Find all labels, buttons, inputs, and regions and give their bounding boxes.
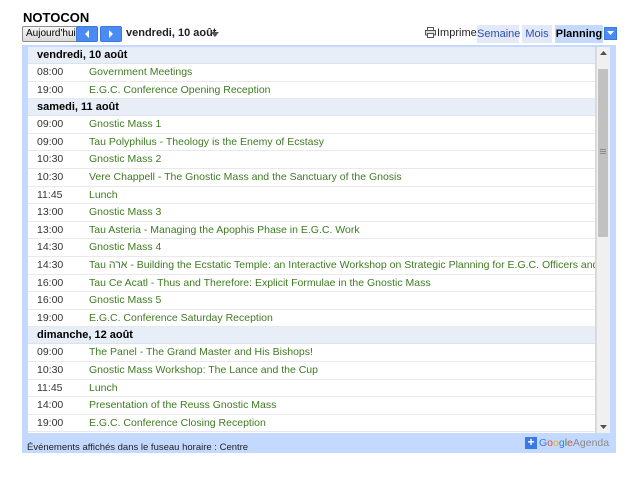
day-header: vendredi, 10 août	[28, 47, 595, 64]
event-row[interactable]: 09:00 The Panel - The Grand Master and Hi…	[28, 344, 595, 362]
timezone-note: Événements affichés dans le fuseau horai…	[27, 442, 249, 453]
event-row[interactable]: 10:30 Gnostic Mass Workshop: The Lance an…	[28, 362, 595, 380]
event-time: 10:30	[37, 363, 64, 376]
event-title[interactable]: Lunch	[89, 187, 118, 204]
event-row[interactable]: 10:30 Gnostic Mass 2	[28, 151, 595, 169]
event-row[interactable]: 14:30 Gnostic Mass 4	[28, 239, 595, 257]
event-title[interactable]: Tau Asteria - Managing the Apophis Phase…	[89, 222, 360, 239]
event-time: 19:00	[37, 311, 64, 324]
event-title[interactable]: Government Meetings	[89, 64, 192, 81]
event-time: 11:45	[37, 188, 63, 201]
event-time: 13:00	[37, 206, 64, 219]
scrollbar[interactable]	[596, 47, 610, 433]
print-button[interactable]: Imprimer	[425, 26, 480, 42]
event-row[interactable]: 13:00 Tau Asteria - Managing the Apophis …	[28, 222, 595, 240]
event-title[interactable]: Gnostic Mass 4	[89, 239, 161, 256]
logo-letter: G	[539, 437, 548, 450]
event-row[interactable]: 14:30 Tau ארה - Building the Ecstatic Tem…	[28, 257, 595, 275]
event-time: 10:30	[37, 170, 64, 183]
event-time: 09:00	[37, 135, 64, 148]
event-row[interactable]: 09:00 Gnostic Mass 1	[28, 116, 595, 134]
event-row[interactable]: 19:00 E.G.C. Conference Closing Reception	[28, 415, 595, 433]
day-header: samedi, 11 août	[28, 99, 595, 117]
event-time: 09:00	[37, 118, 64, 131]
event-title[interactable]: E.G.C. Conference Saturday Reception	[89, 310, 273, 327]
event-time: 16:00	[37, 294, 64, 307]
scrollbar-thumb[interactable]	[598, 69, 608, 237]
chevron-down-icon[interactable]	[211, 32, 219, 37]
event-row[interactable]: 19:00 E.G.C. Conference Opening Reception	[28, 82, 595, 100]
event-row[interactable]: 19:00 E.G.C. Conference Saturday Receptio…	[28, 310, 595, 328]
event-time: 08:00	[37, 66, 64, 78]
event-time: 14:30	[37, 241, 64, 254]
chevron-right-icon	[109, 30, 113, 38]
printer-icon	[425, 27, 436, 38]
previous-button[interactable]	[76, 26, 98, 42]
scroll-up-icon[interactable]	[600, 51, 607, 55]
tab-week[interactable]: Semaine	[477, 25, 520, 43]
event-title[interactable]: Tau Ce Acatl - Thus and Therefore: Expli…	[89, 275, 431, 292]
event-row[interactable]: 11:45 Lunch	[28, 380, 595, 398]
event-title[interactable]: Gnostic Mass 2	[89, 151, 161, 168]
event-row[interactable]: 16:00 Tau Ce Acatl - Thus and Therefore: …	[28, 275, 595, 293]
event-time: 13:00	[37, 223, 64, 236]
event-title[interactable]: Lunch	[89, 380, 118, 397]
event-title[interactable]: Gnostic Mass Workshop: The Lance and the…	[89, 362, 318, 379]
event-row[interactable]: 08:00 Government Meetings	[28, 64, 595, 82]
event-title[interactable]: E.G.C. Conference Closing Reception	[89, 415, 266, 432]
plus-icon: +	[525, 436, 537, 450]
chevron-left-icon	[85, 30, 89, 38]
event-row[interactable]: 13:00 Gnostic Mass 3	[28, 204, 595, 222]
calendar-title: NOTOCON	[23, 10, 90, 25]
grip-icon	[600, 149, 606, 154]
event-title[interactable]: Tau Polyphilus - Theology is the Enemy o…	[89, 134, 324, 151]
event-time: 11:45	[37, 381, 63, 394]
event-time: 19:00	[37, 83, 64, 96]
toolbar: Aujourd'hui vendredi, 10 août Imprimer S…	[22, 25, 617, 43]
event-title[interactable]: Vere Chappell - The Gnostic Mass and the…	[89, 169, 402, 186]
google-agenda-logo[interactable]: + GoogleAgenda	[525, 436, 610, 451]
print-label: Imprimer	[437, 27, 481, 39]
agenda-list[interactable]: vendredi, 10 août 08:00 Government Meeting…	[28, 47, 595, 433]
event-row[interactable]: 14:00 Presentation of the Reuss Gnostic M…	[28, 397, 595, 415]
event-title[interactable]: Gnostic Mass 5	[89, 292, 161, 309]
chevron-down-icon	[607, 31, 614, 35]
footer: Événements affichés dans le fuseau horai…	[22, 435, 616, 453]
event-time: 14:00	[37, 399, 64, 412]
event-time: 14:30	[37, 258, 64, 271]
event-title[interactable]: Gnostic Mass 1	[89, 116, 161, 133]
event-title[interactable]: Presentation of the Reuss Gnostic Mass	[89, 397, 276, 414]
scroll-down-icon[interactable]	[600, 425, 607, 429]
event-row[interactable]: 10:30 Vere Chappell - The Gnostic Mass an…	[28, 169, 595, 187]
agenda-view: vendredi, 10 août 08:00 Government Meeting…	[22, 45, 616, 435]
tab-month[interactable]: Mois	[522, 25, 552, 43]
event-title[interactable]: Gnostic Mass 3	[89, 204, 161, 221]
today-button[interactable]: Aujourd'hui	[22, 26, 80, 42]
event-title[interactable]: The Panel - The Grand Master and His Bis…	[89, 344, 313, 361]
event-row[interactable]: 11:45 Lunch	[28, 187, 595, 205]
event-row[interactable]: 16:00 Gnostic Mass 5	[28, 292, 595, 310]
day-header: dimanche, 12 août	[28, 327, 595, 345]
event-title[interactable]: E.G.C. Conference Opening Reception	[89, 82, 271, 99]
logo-suffix: Agenda	[572, 437, 610, 450]
event-title[interactable]: Tau ארה - Building the Ecstatic Temple: …	[89, 257, 595, 274]
view-menu-button[interactable]	[604, 27, 617, 40]
tab-agenda[interactable]: Planning	[555, 25, 603, 43]
event-time: 09:00	[37, 346, 64, 359]
event-time: 10:30	[37, 153, 64, 166]
event-time: 16:00	[37, 276, 64, 289]
event-row[interactable]: 09:00 Tau Polyphilus - Theology is the En…	[28, 134, 595, 152]
current-date-label[interactable]: vendredi, 10 août	[126, 27, 216, 39]
next-button[interactable]	[100, 26, 122, 42]
event-time: 19:00	[37, 416, 64, 429]
